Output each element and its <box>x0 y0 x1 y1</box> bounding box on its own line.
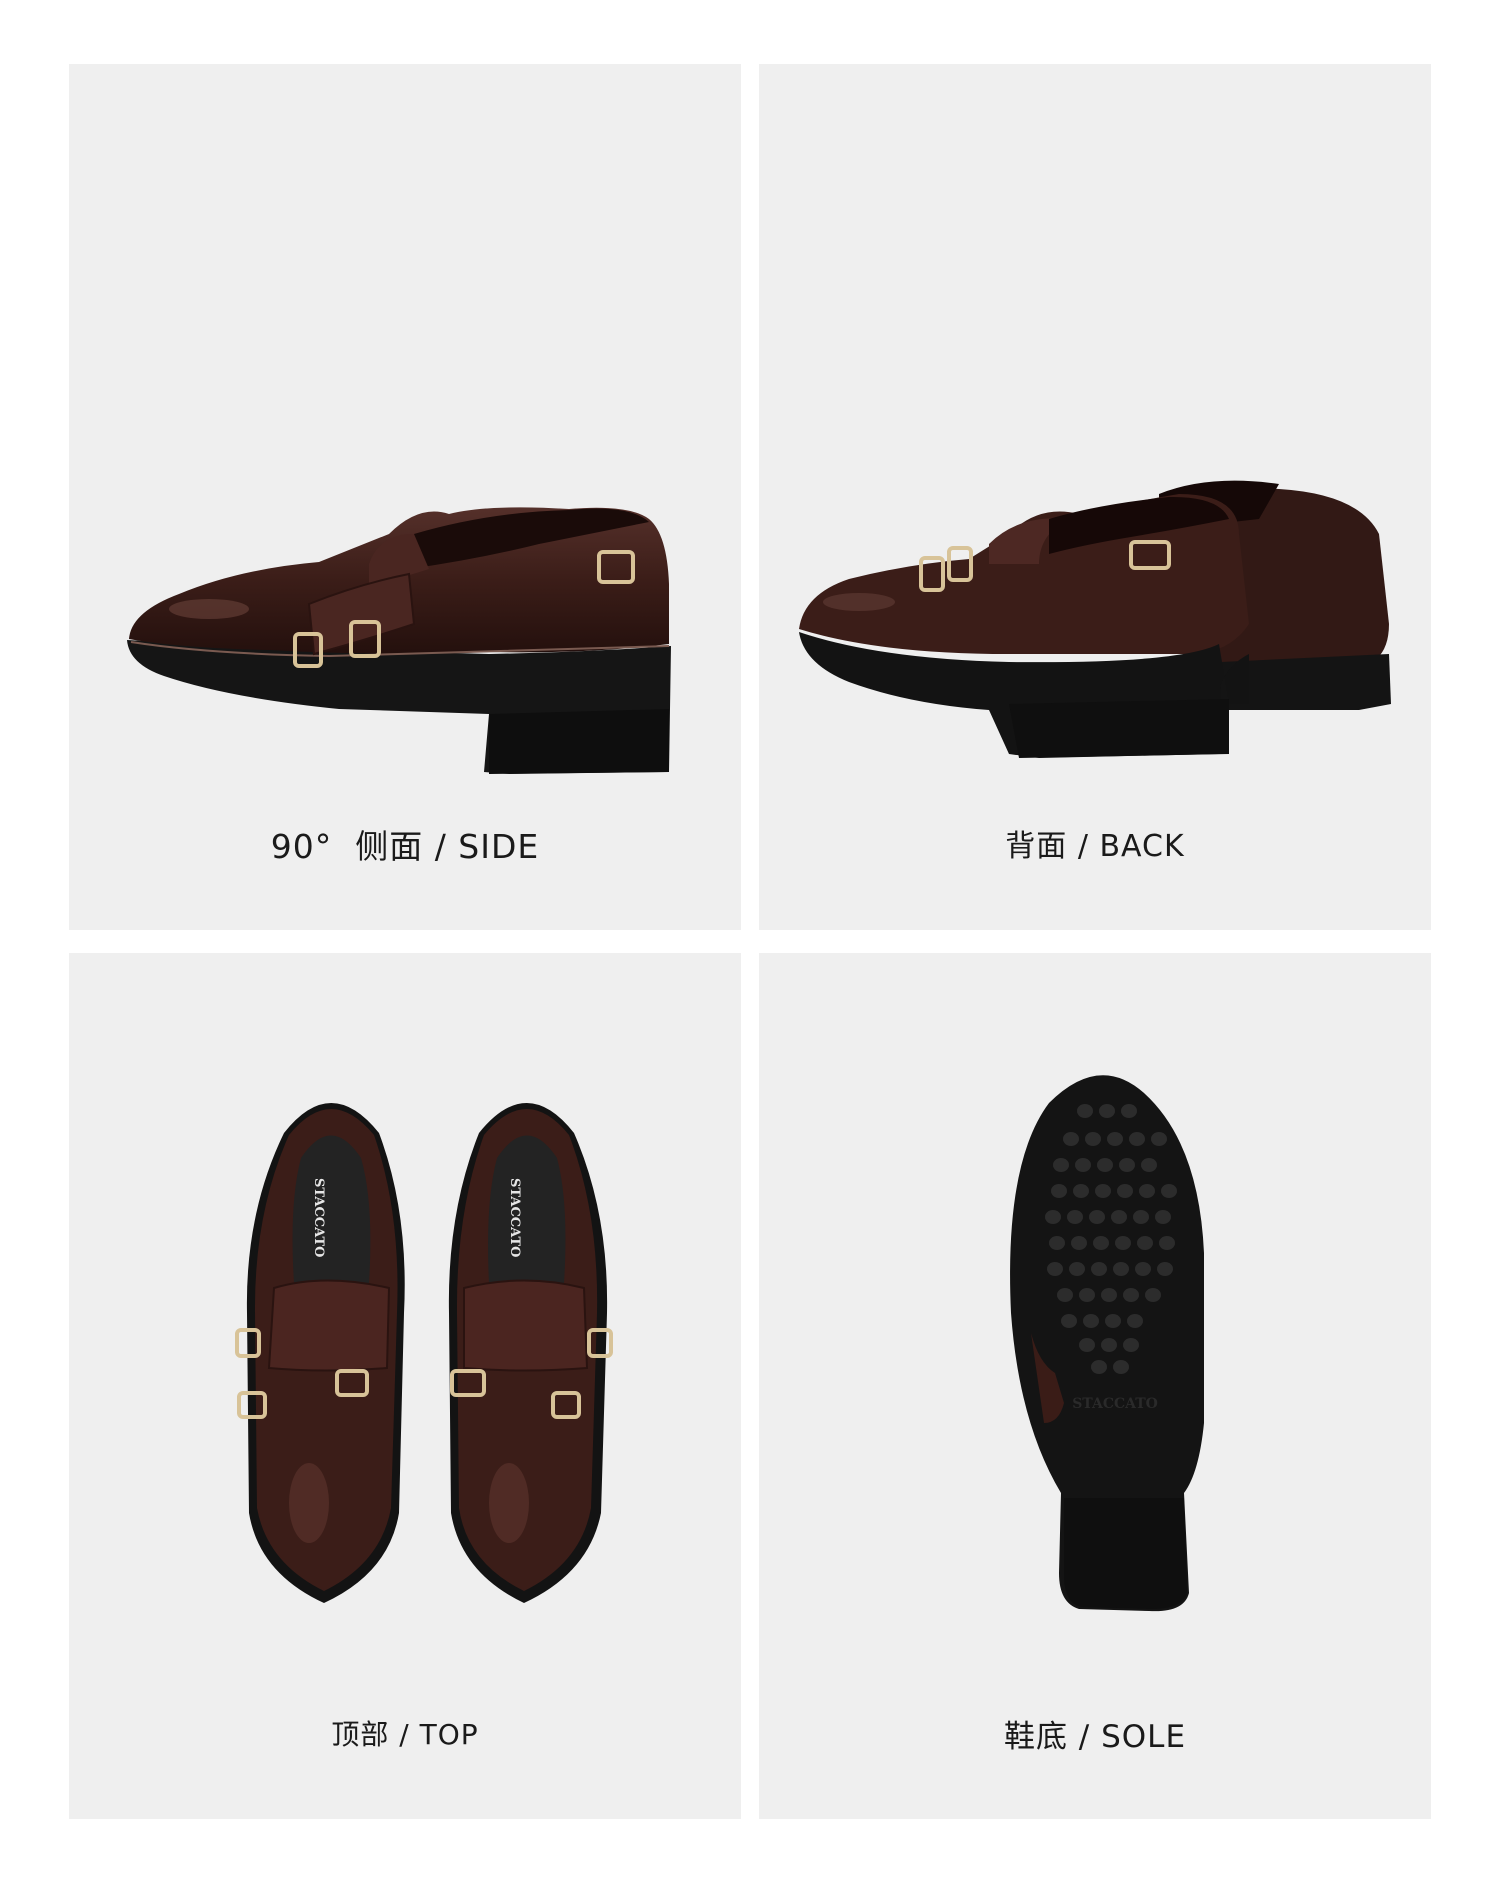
sole-stud <box>1119 1158 1135 1172</box>
back-view-panel: 背面 / BACK <box>759 64 1431 930</box>
sole-stud <box>1079 1288 1095 1302</box>
sole-stud <box>1049 1236 1065 1250</box>
sole-stud <box>1063 1132 1079 1146</box>
sole-stud <box>1061 1314 1077 1328</box>
sole-stud <box>1101 1338 1117 1352</box>
sole-stud <box>1071 1236 1087 1250</box>
sole-stud <box>1069 1262 1085 1276</box>
sole-view-caption: 鞋底 / SOLE <box>1003 1719 1187 1755</box>
sole-stud <box>1089 1210 1105 1224</box>
sole-stud <box>1135 1262 1151 1276</box>
insole-logo-right: STACCATO <box>507 1178 522 1258</box>
sole-stud <box>1051 1184 1067 1198</box>
back-view-caption: 背面 / BACK <box>1005 829 1185 864</box>
sole-stud <box>1057 1288 1073 1302</box>
insole-logo-left: STACCATO <box>311 1178 326 1258</box>
sole-stud <box>1157 1262 1173 1276</box>
sole-stud <box>1129 1132 1145 1146</box>
sole-stud <box>1127 1314 1143 1328</box>
sole-stud <box>1107 1132 1123 1146</box>
sole-stud <box>1083 1314 1099 1328</box>
sole-stud <box>1113 1262 1129 1276</box>
sole-stud <box>1091 1262 1107 1276</box>
sole-stud <box>1117 1184 1133 1198</box>
sole-stud <box>1079 1338 1095 1352</box>
sole-stud <box>1077 1104 1093 1118</box>
sole-stud <box>1151 1132 1167 1146</box>
sole-stud <box>1091 1360 1107 1374</box>
side-view-caption: 90° 侧面 / SIDE <box>270 827 540 866</box>
sole-stud <box>1155 1210 1171 1224</box>
sole-stud <box>1097 1158 1113 1172</box>
sole-logo: STACCATO <box>1072 1396 1158 1412</box>
sole-stud <box>1099 1104 1115 1118</box>
sole-stud <box>1159 1236 1175 1250</box>
sole-stud <box>1113 1360 1129 1374</box>
sole-stud <box>1075 1158 1091 1172</box>
top-view-panel: STACCATO STACCATO 顶部 / TOP <box>69 953 741 1819</box>
sole-stud <box>1137 1236 1153 1250</box>
sole-stud <box>1145 1288 1161 1302</box>
sole-stud <box>1105 1314 1121 1328</box>
left-shoe: STACCATO <box>235 1103 405 1603</box>
sole-stud <box>1141 1158 1157 1172</box>
right-shoe: STACCATO <box>448 1103 613 1603</box>
sole-stud <box>1045 1210 1061 1224</box>
sole-stud <box>1095 1184 1111 1198</box>
sole-stud <box>1101 1288 1117 1302</box>
sole-stud <box>1139 1184 1155 1198</box>
sole-stud <box>1073 1184 1089 1198</box>
side-view-panel: 90° 侧面 / SIDE <box>69 64 741 930</box>
sole-stud <box>1133 1210 1149 1224</box>
sole-stud <box>1111 1210 1127 1224</box>
sole-stud <box>1123 1288 1139 1302</box>
sole-stud <box>1123 1338 1139 1352</box>
sole-stud <box>1161 1184 1177 1198</box>
shoe-top-image: STACCATO STACCATO <box>235 1103 613 1603</box>
sole-stud <box>1093 1236 1109 1250</box>
shoe-back-image <box>799 480 1391 758</box>
sole-stud <box>1047 1262 1063 1276</box>
sole-stud <box>1121 1104 1137 1118</box>
sole-stud <box>1115 1236 1131 1250</box>
sole-stud <box>1085 1132 1101 1146</box>
shoe-sole-image: STACCATO <box>1010 1075 1204 1612</box>
sole-stud <box>1053 1158 1069 1172</box>
sole-view-panel: STACCATO 鞋底 / SOLE <box>759 953 1431 1819</box>
shoe-side-image <box>127 507 671 774</box>
sole-stud <box>1067 1210 1083 1224</box>
top-view-caption: 顶部 / TOP <box>331 1718 479 1751</box>
